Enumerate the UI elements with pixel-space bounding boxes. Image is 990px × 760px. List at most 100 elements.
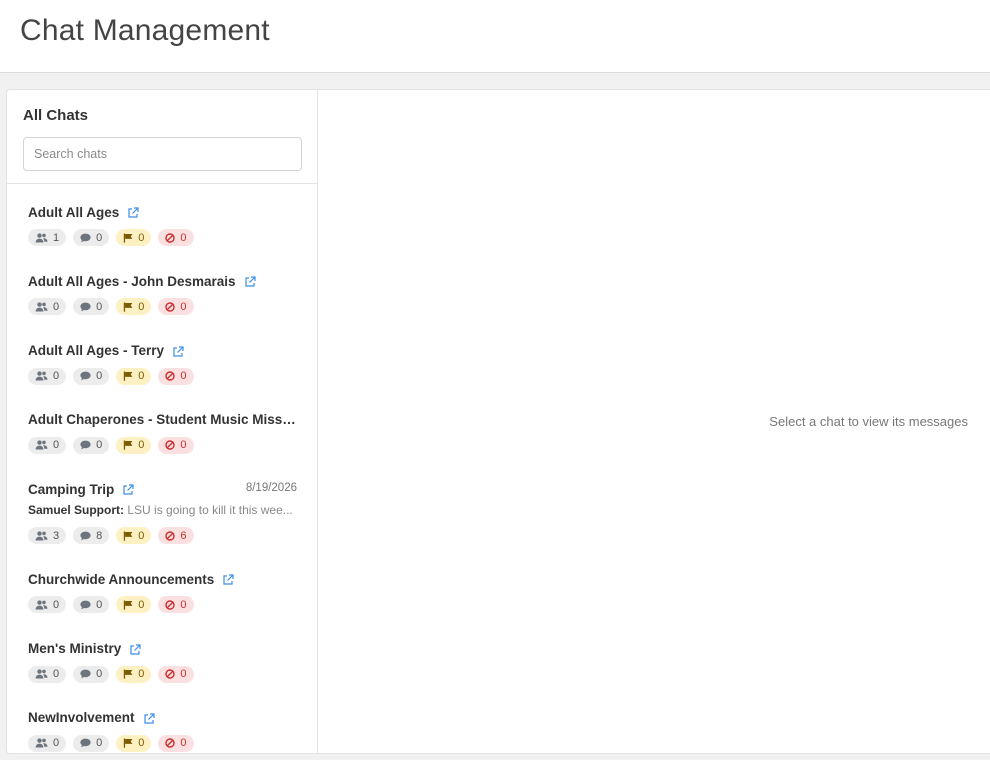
chat-name-row: Men's Ministry: [28, 640, 298, 658]
messages-count-badge: 0: [73, 298, 110, 316]
chat-stats: 0 0 0 0: [28, 367, 201, 385]
badge-count: 0: [96, 668, 103, 680]
users-icon: [35, 600, 53, 610]
ban-icon: [165, 440, 180, 451]
badge-count: 0: [96, 231, 103, 244]
members-count-badge: 0: [28, 436, 67, 454]
external-link-icon[interactable]: [244, 275, 256, 287]
flag-icon: [123, 600, 138, 610]
messages-count-badge: 0: [73, 734, 110, 752]
flagged-count-badge: 0: [116, 527, 152, 545]
badge-count: 0: [180, 737, 187, 750]
blocked-count-badge: 0: [158, 665, 194, 683]
badge-count: 0: [53, 737, 60, 750]
chat-name: Camping Trip: [28, 481, 115, 497]
badge-count: 0: [53, 439, 60, 452]
badge-count: 0: [53, 300, 60, 313]
users-icon: [35, 738, 53, 748]
last-message-preview: Samuel Support: LSU is going to kill it …: [28, 503, 298, 517]
external-link-icon[interactable]: [122, 483, 134, 495]
blocked-count-badge: 0: [158, 229, 194, 246]
chat-item[interactable]: Camping Trip 8/19/2026 Samuel Support: LSU…: [7, 480, 318, 564]
chat-name: Churchwide Announcements: [28, 571, 215, 587]
badge-count: 0: [96, 300, 103, 313]
badge-count: 0: [96, 439, 103, 452]
users-icon: [35, 232, 53, 243]
chat-stats: 0 0 0 0: [28, 298, 201, 316]
ban-icon: [165, 669, 180, 679]
flagged-count-badge: 0: [116, 734, 152, 752]
external-link-icon[interactable]: [222, 573, 234, 585]
page-header: Chat Management: [0, 0, 990, 73]
members-count-badge: 0: [28, 596, 67, 614]
chat-name: Adult Chaperones - Student Music Missio.…: [28, 412, 296, 428]
blocked-count-badge: 0: [158, 298, 194, 316]
chat-name-row: Adult All Ages - Terry: [28, 342, 298, 360]
users-icon: [35, 531, 53, 541]
users-icon: [35, 302, 53, 312]
chat-item[interactable]: NewInvolvement 0 0 0 0: [7, 709, 318, 753]
users-icon: [35, 669, 53, 679]
chat-item[interactable]: Adult All Ages 1 0 0 0: [7, 203, 318, 265]
ban-icon: [165, 232, 180, 243]
chat-name-row: Adult All Ages: [28, 203, 298, 221]
external-link-icon[interactable]: [127, 206, 139, 218]
external-link-icon[interactable]: [143, 712, 155, 724]
sidebar-header: All Chats: [7, 90, 318, 184]
flagged-count-badge: 0: [116, 665, 152, 683]
flagged-count-badge: 0: [116, 229, 152, 246]
badge-count: 0: [138, 300, 145, 313]
external-link-icon[interactable]: [129, 643, 141, 655]
flagged-count-badge: 0: [116, 596, 152, 614]
badge-count: 0: [53, 598, 60, 611]
users-icon: [35, 440, 53, 450]
chat-item[interactable]: Adult All Ages - Terry 0 0 0 0: [7, 342, 318, 404]
messages-count-badge: 0: [73, 229, 110, 246]
messages-count-badge: 8: [73, 527, 110, 545]
ban-icon: [165, 530, 180, 541]
badge-count: 0: [96, 370, 103, 383]
badge-count: 0: [138, 737, 145, 750]
messages-count-badge: 0: [73, 665, 110, 683]
chat-stats: 0 0 0 0: [28, 734, 201, 752]
external-link-icon[interactable]: [172, 345, 184, 357]
chat-item[interactable]: Churchwide Announcements 0 0 0 0: [7, 570, 318, 632]
comment-icon: [80, 302, 96, 312]
blocked-count-badge: 6: [158, 527, 194, 545]
chat-list: Adult All Ages 1 0 0 0 Adult All Ages - John …: [7, 185, 318, 753]
comment-icon: [80, 600, 96, 610]
empty-state-message: Select a chat to view its messages: [769, 414, 968, 429]
members-count-badge: 0: [28, 734, 67, 752]
comment-icon: [80, 440, 96, 450]
badge-count: 0: [180, 370, 187, 383]
flag-icon: [123, 440, 138, 451]
page-title: Chat Management: [20, 14, 270, 47]
chat-date: 8/19/2026: [245, 482, 297, 495]
blocked-count-badge: 0: [158, 734, 194, 752]
chat-stats: 0 0 0 0: [28, 665, 201, 683]
badge-count: 0: [180, 439, 187, 452]
badge-count: 0: [180, 668, 187, 680]
badge-count: 0: [180, 598, 187, 611]
badge-count: 0: [138, 370, 145, 383]
message-text: LSU is going to kill it this wee...: [127, 503, 293, 518]
members-count-badge: 1: [28, 229, 67, 246]
chat-management-panel: All Chats Adult All Ages1000Adult All Ag…: [6, 89, 990, 754]
badge-count: 0: [53, 370, 60, 383]
comment-icon: [80, 371, 96, 381]
badge-count: 0: [138, 231, 145, 244]
chat-stats: 0 0 0 0: [28, 596, 201, 614]
chat-item[interactable]: Adult All Ages - John Desmarais 0 0 0 0: [7, 272, 318, 334]
ban-icon: [165, 371, 180, 381]
chat-stats: 0 0 0 0: [28, 436, 201, 454]
sidebar-title: All Chats: [23, 107, 89, 124]
chat-item[interactable]: Men's Ministry 0 0 0 0: [7, 640, 318, 702]
search-input[interactable]: [23, 137, 302, 171]
flagged-count-badge: 0: [116, 298, 152, 316]
badge-count: 0: [180, 231, 187, 244]
comment-icon: [80, 669, 96, 679]
comment-icon: [80, 233, 96, 243]
chat-name: NewInvolvement: [28, 710, 135, 726]
chat-item[interactable]: Adult Chaperones - Student Music Missio.…: [7, 411, 318, 473]
blocked-count-badge: 0: [158, 596, 194, 614]
